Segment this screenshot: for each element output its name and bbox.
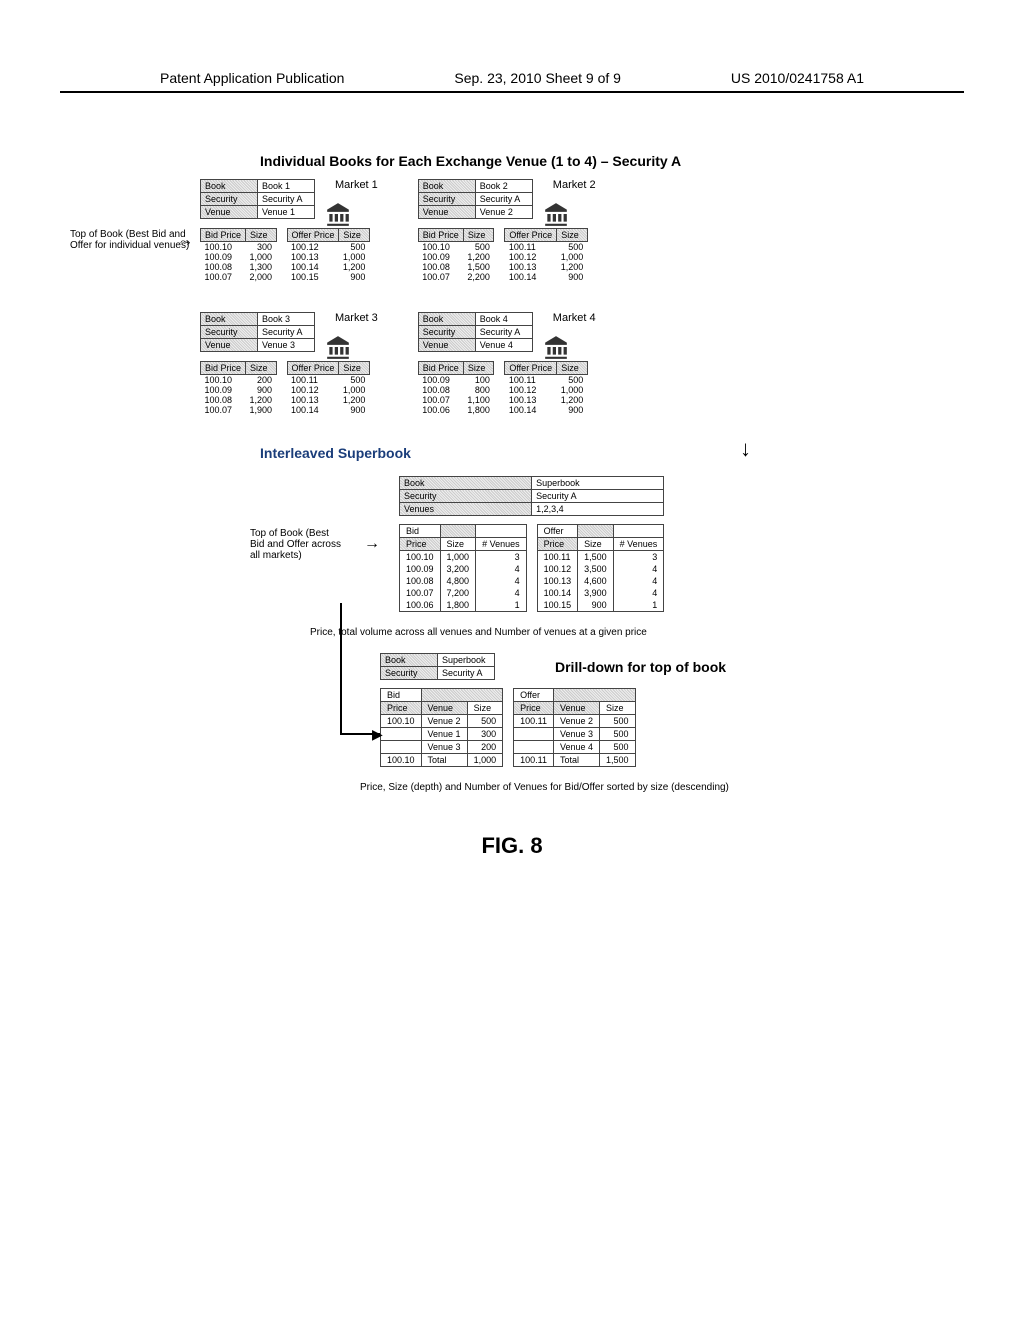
drill-area: ▶ BookSuperbookSecuritySecurity A Drill-… bbox=[340, 653, 964, 767]
bank-icon bbox=[543, 201, 569, 227]
market-label: Market 4 bbox=[553, 312, 596, 324]
superbook-table: OfferPriceSize# Venues100.111,5003100.12… bbox=[537, 524, 665, 612]
meta-table: BookBook 3SecuritySecurity AVenueVenue 3 bbox=[200, 312, 315, 352]
bank-icon bbox=[325, 201, 351, 227]
market-block: Top of Book (Best Bid and Offer for indi… bbox=[200, 179, 378, 282]
meta-table: BookBook 4SecuritySecurity AVenueVenue 4 bbox=[418, 312, 533, 352]
header-left: Patent Application Publication bbox=[160, 70, 344, 86]
market-block: BookBook 2SecuritySecurity AVenueVenue 2… bbox=[418, 179, 596, 282]
figure-label: FIG. 8 bbox=[60, 833, 964, 859]
data-table: Bid PriceSize100.10200100.09900100.081,2… bbox=[200, 361, 277, 415]
market-label: Market 1 bbox=[335, 179, 378, 191]
superbook-left-label: Top of Book (Best Bid and Offer across a… bbox=[250, 528, 345, 561]
superbook-area: ↓ Top of Book (Best Bid and Offer across… bbox=[250, 476, 964, 612]
superbook-table: BidPriceSize# Venues100.101,0003100.093,… bbox=[399, 524, 527, 612]
caption-1: Price, total volume across all venues an… bbox=[310, 627, 964, 638]
bank-icon bbox=[325, 334, 351, 360]
drill-table: OfferPriceVenueSize100.11Venue 2500Venue… bbox=[513, 688, 635, 767]
drill-table: BidPriceVenueSize100.10Venue 2500Venue 1… bbox=[380, 688, 503, 767]
data-table: Bid PriceSize100.09100100.08800100.071,1… bbox=[418, 361, 495, 415]
connector-arrow-icon: ▶ bbox=[372, 726, 383, 743]
section-title-2: Interleaved Superbook bbox=[260, 445, 964, 461]
meta-table: BookSuperbookSecuritySecurity AVenues1,2… bbox=[399, 476, 664, 516]
data-table: Offer PriceSize100.11500100.121,000100.1… bbox=[504, 228, 587, 282]
meta-table: BookBook 1SecuritySecurity AVenueVenue 1 bbox=[200, 179, 315, 219]
data-table: Bid PriceSize100.10500100.091,200100.081… bbox=[418, 228, 495, 282]
caption-2: Price, Size (depth) and Number of Venues… bbox=[360, 782, 964, 793]
market-label: Market 2 bbox=[553, 179, 596, 191]
section-title-1: Individual Books for Each Exchange Venue… bbox=[260, 153, 964, 169]
data-table: Bid PriceSize100.10300100.091,000100.081… bbox=[200, 228, 277, 282]
arrow-right-icon: ⤳ bbox=[180, 234, 190, 250]
data-table: Offer PriceSize100.11500100.121,000100.1… bbox=[504, 361, 587, 415]
market-label: Market 3 bbox=[335, 312, 378, 324]
connector-vertical bbox=[340, 603, 342, 733]
meta-table: BookBook 2SecuritySecurity AVenueVenue 2 bbox=[418, 179, 533, 219]
market-block: BookBook 3SecuritySecurity AVenueVenue 3… bbox=[200, 312, 378, 415]
header-center: Sep. 23, 2010 Sheet 9 of 9 bbox=[454, 70, 621, 86]
data-table: Offer PriceSize100.11500100.121,000100.1… bbox=[287, 361, 370, 415]
down-arrow-icon: ↓ bbox=[740, 436, 751, 462]
drill-meta-table: BookSuperbookSecuritySecurity A bbox=[380, 653, 495, 680]
arrow-right-icon: → bbox=[364, 535, 380, 553]
page-header: Patent Application Publication Sep. 23, … bbox=[60, 0, 964, 93]
side-label: Top of Book (Best Bid and Offer for indi… bbox=[70, 229, 190, 251]
drill-title: Drill-down for top of book bbox=[555, 659, 726, 675]
market-block: BookBook 4SecuritySecurity AVenueVenue 4… bbox=[418, 312, 596, 415]
header-right: US 2010/0241758 A1 bbox=[731, 70, 864, 86]
data-table: Offer PriceSize100.12500100.131,000100.1… bbox=[287, 228, 370, 282]
bank-icon bbox=[543, 334, 569, 360]
